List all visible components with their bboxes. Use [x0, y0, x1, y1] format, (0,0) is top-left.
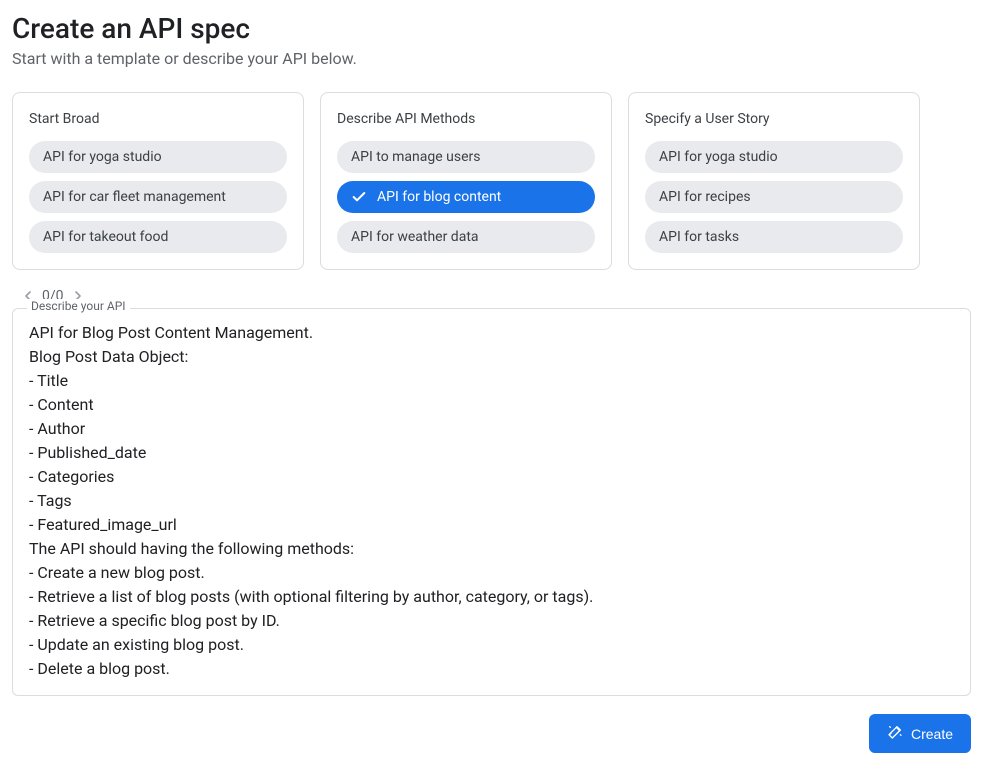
template-chip[interactable]: API to manage users: [337, 141, 595, 173]
template-card: Start Broad API for yoga studio API for ca…: [12, 92, 304, 270]
template-chip[interactable]: API for yoga studio: [645, 141, 903, 173]
page-title: Create an API spec: [12, 12, 971, 45]
create-button[interactable]: Create: [869, 714, 971, 753]
template-chip[interactable]: API for takeout food: [29, 221, 287, 253]
page-subtitle: Start with a template or describe your A…: [12, 49, 971, 68]
template-cards-row: Start Broad API for yoga studio API for ca…: [12, 92, 971, 270]
chip-label: API for takeout food: [43, 229, 168, 245]
chip-label: API for blog content: [377, 189, 501, 205]
template-chip[interactable]: API for recipes: [645, 181, 903, 213]
chip-label: API for yoga studio: [43, 149, 162, 165]
chip-label: API for yoga studio: [659, 149, 778, 165]
template-chip[interactable]: API for tasks: [645, 221, 903, 253]
template-chip[interactable]: API for blog content: [337, 181, 595, 213]
chip-label: API to manage users: [351, 149, 480, 165]
chip-label: API for tasks: [659, 229, 739, 245]
template-card: Describe API Methods API to manage users A…: [320, 92, 612, 270]
card-title: Start Broad: [29, 111, 287, 127]
describe-api-field[interactable]: Describe your API API for Blog Post Cont…: [12, 308, 971, 696]
card-title: Describe API Methods: [337, 111, 595, 127]
create-button-label: Create: [911, 726, 953, 742]
template-chip[interactable]: API for yoga studio: [29, 141, 287, 173]
describe-api-textarea[interactable]: API for Blog Post Content Management. Bl…: [29, 321, 954, 681]
magic-wand-icon: [887, 724, 903, 743]
chip-label: API for car fleet management: [43, 189, 226, 205]
template-card: Specify a User Story API for yoga studio A…: [628, 92, 920, 270]
chip-label: API for weather data: [351, 229, 479, 245]
history-pager: 0/0: [20, 288, 971, 304]
describe-api-label: Describe your API: [27, 299, 130, 313]
chip-label: API for recipes: [659, 189, 751, 205]
template-chip[interactable]: API for car fleet management: [29, 181, 287, 213]
card-title: Specify a User Story: [645, 111, 903, 127]
template-chip[interactable]: API for weather data: [337, 221, 595, 253]
check-icon: [351, 189, 367, 205]
